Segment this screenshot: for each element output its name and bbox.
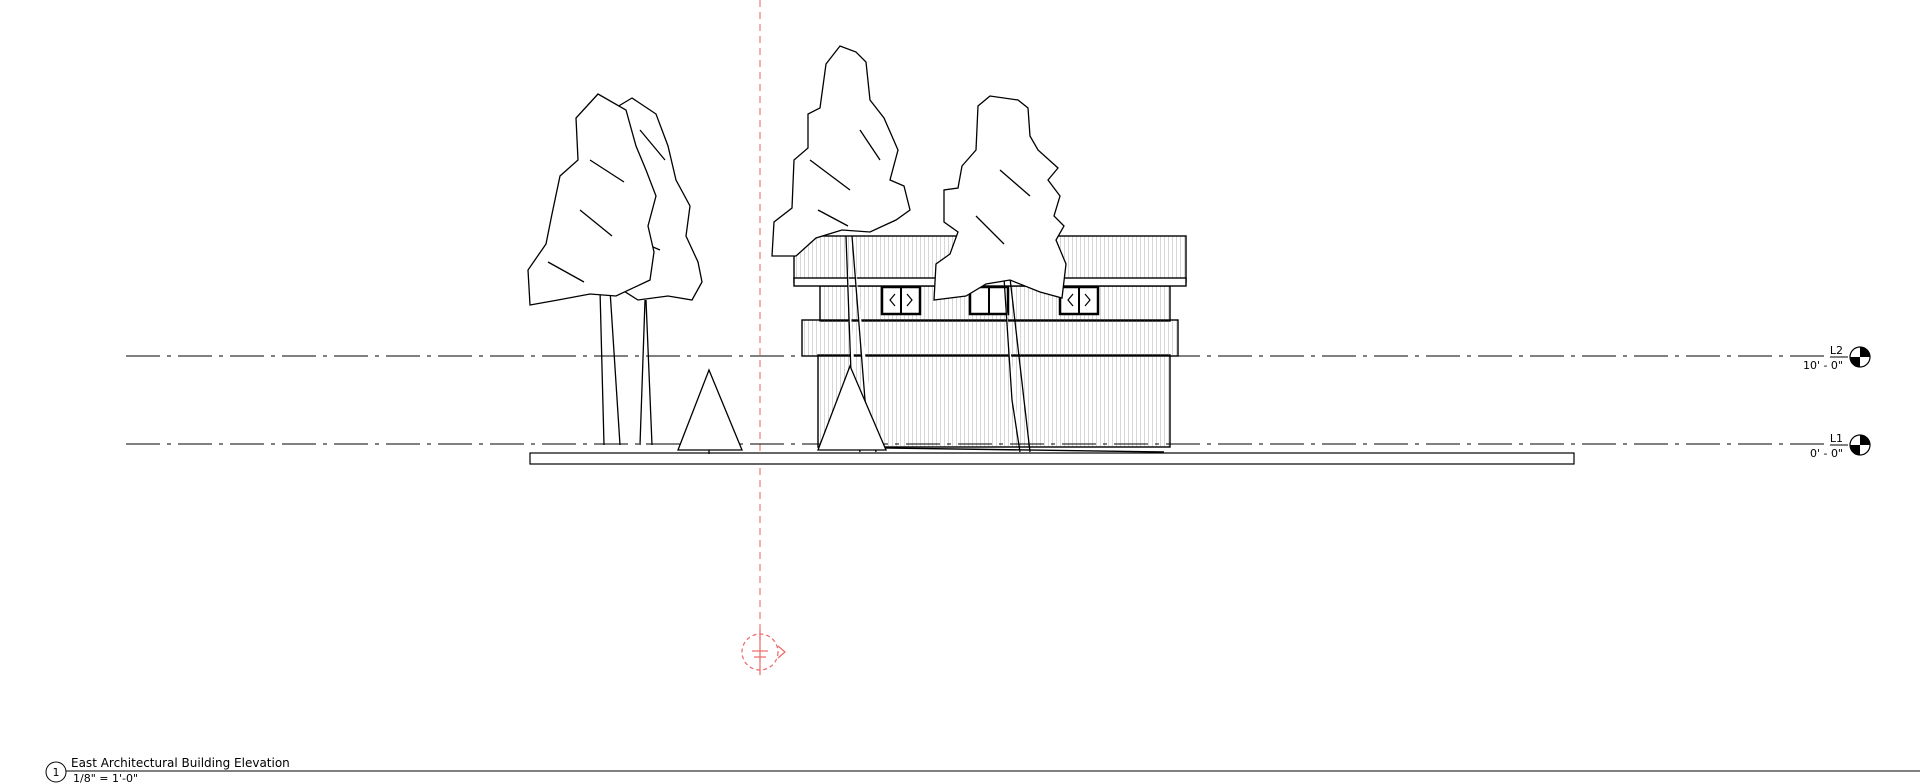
view-number: 1: [53, 766, 60, 779]
level-elevation-l1: 0' - 0": [1810, 447, 1843, 460]
level-name-l2: L2: [1830, 344, 1843, 357]
view-title-block[interactable]: 1 East Architectural Building Elevation …: [45, 756, 1920, 784]
window-left: [880, 285, 922, 316]
tree-left-front: [527, 93, 657, 446]
ground-slab: [529, 452, 1575, 465]
section-head-icon[interactable]: [741, 630, 786, 675]
level-head-icon: [1849, 346, 1871, 368]
window-right: [1058, 285, 1100, 316]
upper-band: [801, 319, 1179, 357]
view-scale: 1/8" = 1'-0": [73, 772, 138, 784]
level-elevation-l2: 10' - 0": [1803, 359, 1843, 372]
level-name-l1: L1: [1830, 432, 1843, 445]
shrub-conifer-left: [677, 368, 743, 454]
view-title: East Architectural Building Elevation: [71, 756, 290, 770]
window-center: [968, 285, 1010, 316]
level-head-icon: [1849, 434, 1871, 456]
elevation-drawing: L2 10' - 0" L1 0' - 0" 1 East Architectu…: [45, 0, 1920, 784]
level-head-l1[interactable]: L1 0' - 0": [1810, 432, 1871, 460]
level-head-l2[interactable]: L2 10' - 0": [1803, 344, 1871, 372]
